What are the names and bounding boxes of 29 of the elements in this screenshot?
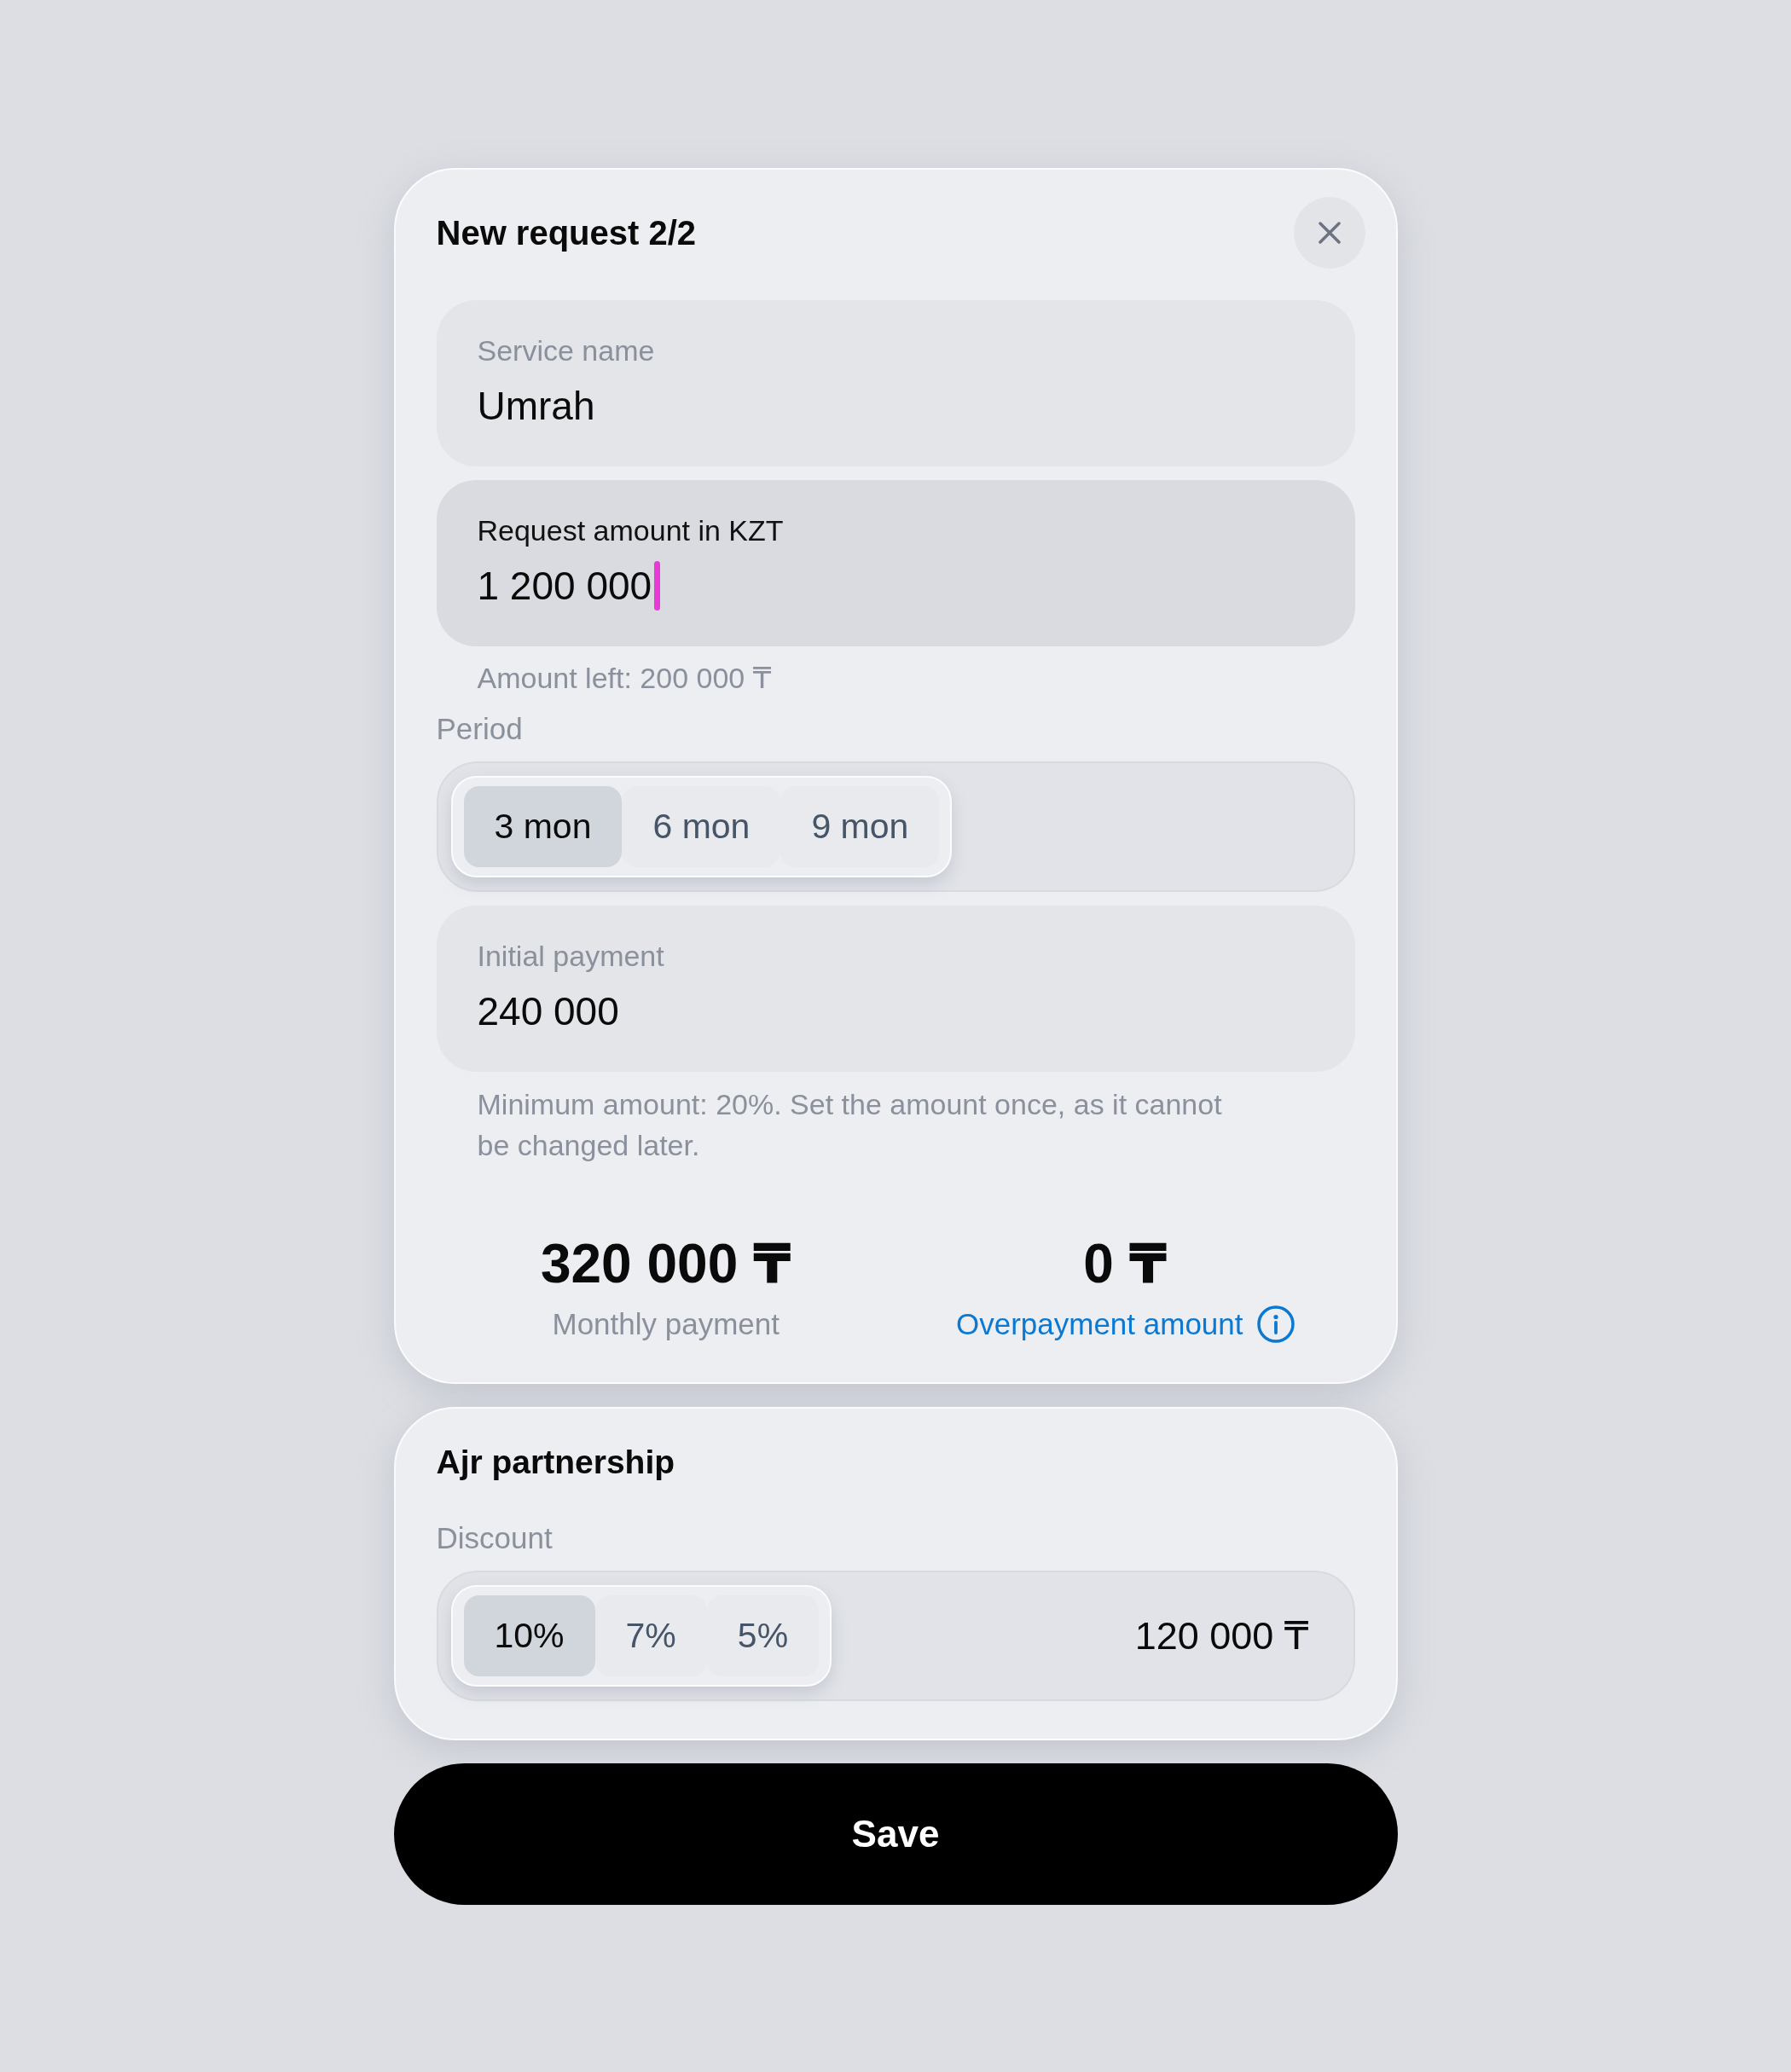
save-button[interactable]: Save xyxy=(393,1763,1398,1905)
input-field[interactable]: Request amount in KZT 1 200 000 xyxy=(436,480,1355,646)
segment-option[interactable]: 5% xyxy=(706,1595,820,1676)
field-value: 1 200 000 xyxy=(477,563,652,610)
info-icon xyxy=(1256,1305,1295,1343)
field-value: 240 000 xyxy=(477,988,619,1035)
close-icon xyxy=(1318,222,1341,244)
field-label: Service name xyxy=(477,333,656,368)
segment-option[interactable]: 6 mon xyxy=(622,786,781,867)
card-title: Ajr partnership xyxy=(436,1443,676,1482)
section-label: Discount xyxy=(436,1520,554,1556)
discount-amount: 120 000 ₸ xyxy=(1134,1613,1309,1658)
segment-option[interactable]: 7% xyxy=(594,1595,707,1676)
dialog-title: New request 2/2 xyxy=(436,213,697,253)
overpayment-link[interactable]: Overpayment amount xyxy=(955,1305,1295,1343)
segment-option[interactable]: 3 mon xyxy=(463,786,623,867)
field-label: Request amount in KZT xyxy=(477,513,785,548)
segment-option[interactable]: 9 mon xyxy=(780,786,940,867)
section-label: Period xyxy=(436,711,524,747)
field-value: Umrah xyxy=(477,383,595,430)
segment-option[interactable]: 10% xyxy=(463,1595,595,1676)
summary-label: Monthly payment xyxy=(552,1306,780,1342)
summary-amount: 0 ₸ xyxy=(1083,1232,1168,1296)
amount-left-note: Amount left: 200 000 ₸ xyxy=(476,661,773,696)
field-label: Initial payment xyxy=(477,939,665,974)
summary-amount: 320 000 ₸ xyxy=(540,1232,791,1296)
input-field[interactable]: Service name Umrah xyxy=(436,300,1355,466)
hint-text: Minimum amount: 20%. Set the amount once, as it cannot be changed later. xyxy=(476,1087,1223,1163)
input-field[interactable]: Initial payment 240 000 xyxy=(436,906,1355,1072)
